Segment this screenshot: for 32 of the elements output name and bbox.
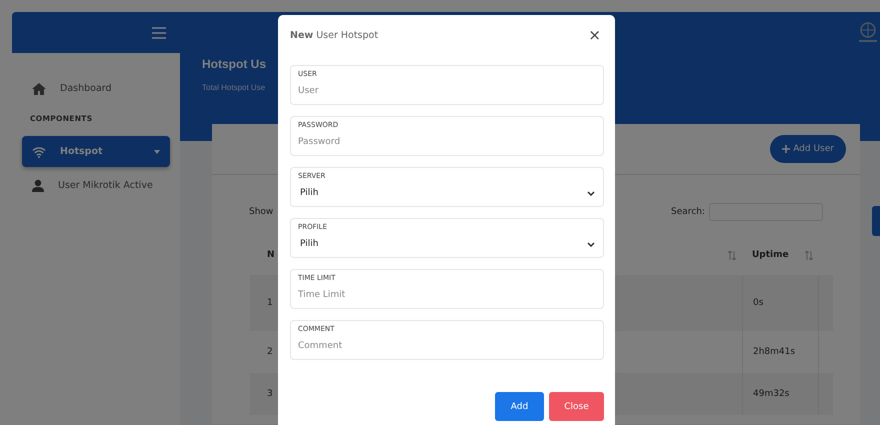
sort-icon[interactable] — [804, 250, 813, 260]
logo-icon — [856, 20, 880, 44]
chevron-icon — [587, 242, 595, 246]
table-cell: 49m32s — [753, 389, 790, 399]
add-user-button[interactable]: Add User — [770, 135, 846, 163]
close-button[interactable]: × — [585, 26, 604, 44]
menu-icon[interactable] — [152, 26, 166, 38]
table-cell: 1 — [267, 298, 273, 308]
sort-icon[interactable] — [728, 250, 736, 260]
select-value: Pilih — [300, 188, 318, 198]
sidebar-item[interactable]: Hotspot — [22, 136, 170, 167]
user-icon — [32, 179, 44, 192]
search-label: Search: — [671, 207, 705, 217]
page-title: Hotspot Us — [202, 57, 266, 71]
dialog-title: New User Hotspot — [290, 30, 378, 40]
table-cell: 3 — [267, 389, 273, 399]
side-tab[interactable] — [872, 206, 880, 236]
chevron-icon — [587, 190, 595, 196]
sidebar-item[interactable]: User Mikrotik Active — [22, 170, 170, 201]
select-value: Pilih — [300, 239, 318, 249]
plus-icon — [782, 145, 790, 153]
add-button[interactable]: Add — [495, 392, 544, 421]
sidebar-item[interactable]: Dashboard — [22, 73, 170, 104]
table-cell: 2 — [267, 347, 273, 357]
page-subtitle: Total Hotspot Use — [202, 83, 266, 92]
wifi-icon — [32, 146, 46, 158]
home-icon — [32, 82, 46, 94]
table-cell: 0s — [753, 298, 764, 308]
table-cell: 2h8m41s — [753, 347, 796, 357]
close-button[interactable]: Close — [549, 392, 604, 421]
show-label: Show — [249, 207, 274, 217]
column-header[interactable]: Uptime — [752, 250, 789, 260]
